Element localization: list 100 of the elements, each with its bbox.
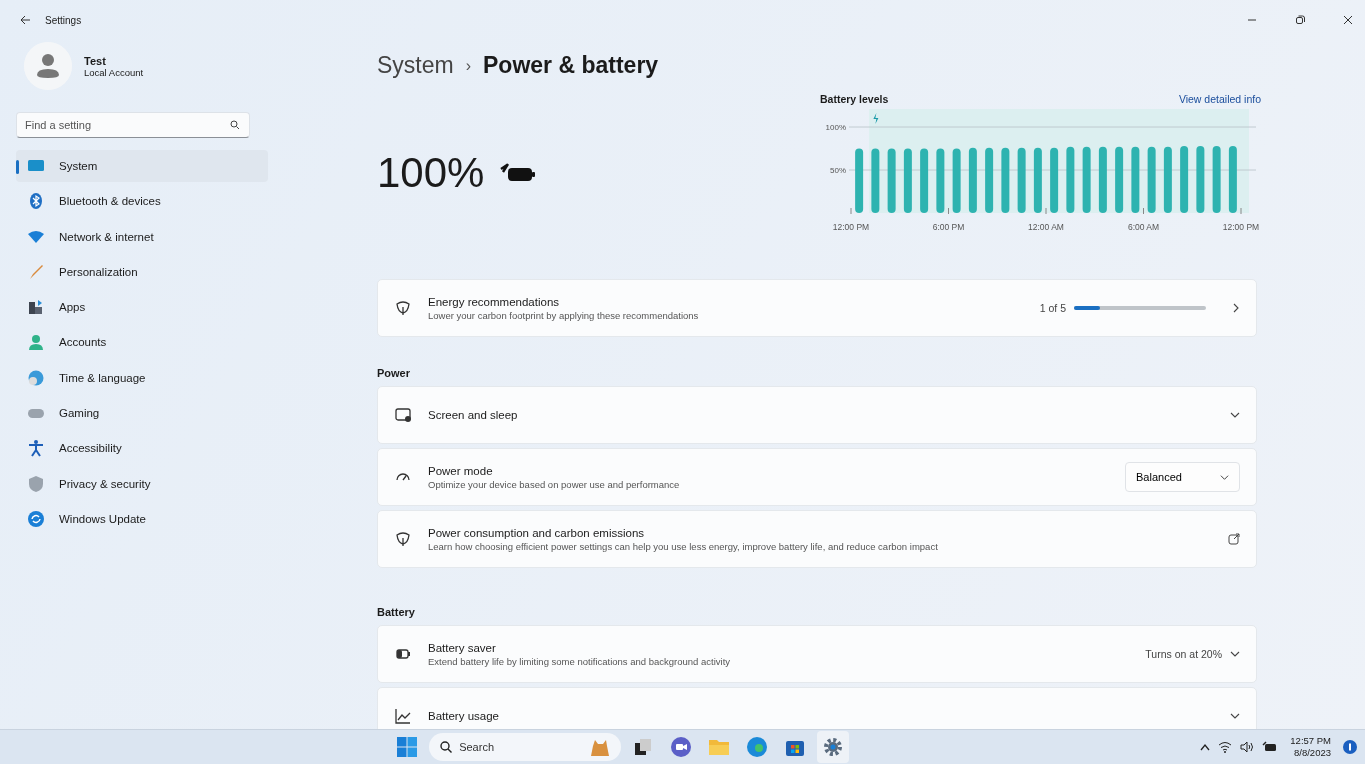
wifi-icon[interactable]: [1218, 741, 1233, 753]
volume-icon[interactable]: [1240, 741, 1255, 753]
battery-bar: [1212, 145, 1221, 213]
setting-card[interactable]: Battery saver Extend battery life by limiting some notifications and background activity Turns on at 20%: [377, 625, 1257, 683]
x-axis-label: 6:00 AM: [1127, 222, 1160, 232]
sidebar-item[interactable]: Time & language: [16, 361, 268, 394]
y-axis-label: 50%: [830, 166, 846, 175]
setting-description: Learn how choosing efficient power settings can help you use less energy, improve battery life, and reduce carbon impact: [428, 540, 939, 552]
setting-title: Battery saver: [428, 641, 497, 654]
sidebar-icon: [27, 368, 45, 387]
battery-bar: [855, 148, 864, 213]
battery-bar: [920, 148, 929, 213]
battery-bar: [968, 147, 977, 213]
power-mode-dropdown[interactable]: Balanced: [1125, 462, 1240, 492]
taskbar-clock[interactable]: 12:57 PM 8/8/2023: [1286, 735, 1335, 759]
battery-bar: [936, 148, 945, 213]
x-axis-label: 6:00 PM: [932, 222, 965, 232]
x-axis-label: 12:00 PM: [832, 222, 870, 232]
settings-search-field[interactable]: Find a setting: [16, 112, 250, 138]
search-icon: [230, 120, 240, 130]
battery-bar: [1147, 146, 1156, 213]
sidebar-icon: [27, 439, 45, 458]
sidebar-icon: [27, 509, 45, 528]
setting-title: Power mode: [428, 464, 494, 477]
sidebar-icon: [27, 262, 45, 281]
chevron-down-icon: [1220, 472, 1229, 482]
back-arrow-icon[interactable]: [20, 15, 31, 25]
line-chart-icon: [394, 707, 412, 725]
settings-icon[interactable]: [817, 731, 850, 763]
sidebar-item[interactable]: Accessibility: [16, 432, 268, 465]
setting-value: Turns on at 20%: [1145, 648, 1222, 660]
setting-description: Lower your carbon footprint by applying these recommendations: [428, 309, 700, 321]
sidebar-item[interactable]: Gaming: [16, 397, 268, 430]
account-name: Test: [84, 54, 107, 67]
sidebar-item[interactable]: Network & internet: [16, 220, 268, 253]
sidebar-icon: [27, 333, 45, 352]
chart-title: Battery levels: [820, 93, 889, 105]
lightning-icon: [873, 113, 879, 124]
setting-card[interactable]: Power mode Optimize your device based on power use and performance Balanced: [377, 448, 1257, 506]
setting-card[interactable]: Energy recommendations Lower your carbon footprint by applying these recommendations 1 of 5: [377, 279, 1257, 337]
setting-description: Optimize your device based on power use and performance: [428, 478, 681, 490]
battery-bar: [1131, 146, 1140, 213]
battery-bar: [887, 148, 896, 213]
battery-bar: [1066, 146, 1075, 213]
clock-time: 12:57 PM: [1290, 735, 1331, 747]
leaf-icon: [394, 299, 412, 317]
x-axis-label: 12:00 PM: [1222, 222, 1260, 232]
window-title: Settings: [45, 14, 82, 26]
breadcrumb-separator: ›: [465, 56, 471, 75]
clock-date: 8/8/2023: [1293, 747, 1331, 759]
battery-bar: [1017, 147, 1026, 213]
sidebar-item[interactable]: Personalization: [16, 255, 268, 288]
battery-bar: [1163, 146, 1172, 213]
chevron-down-icon: [1230, 410, 1240, 420]
sidebar-item[interactable]: Windows Update: [16, 502, 268, 535]
sidebar-icon: [27, 474, 45, 493]
battery-bar: [871, 148, 880, 213]
sidebar-icon: [27, 298, 45, 317]
monitor-icon: [394, 406, 412, 424]
battery-percentage: 100%: [377, 149, 485, 197]
battery-bar: [1228, 145, 1237, 213]
notification-icon[interactable]: [1343, 740, 1357, 754]
battery-bar: [1115, 146, 1124, 213]
sidebar-item[interactable]: Bluetooth & devices: [16, 185, 268, 218]
setting-card[interactable]: Battery usage: [377, 687, 1257, 729]
sidebar-item[interactable]: Apps: [16, 291, 268, 324]
windows-logo-icon: [397, 737, 418, 757]
external-link-icon: [1228, 533, 1240, 545]
setting-card[interactable]: Screen and sleep: [377, 386, 1257, 444]
chevron-up-icon[interactable]: [1200, 743, 1211, 751]
section-heading: Power: [377, 367, 411, 379]
sidebar-item[interactable]: System: [16, 150, 268, 182]
battery-bar: [1050, 147, 1059, 213]
setting-title: Power consumption and carbon emissions: [428, 526, 646, 539]
setting-title: Battery usage: [428, 710, 500, 722]
view-detailed-info-link[interactable]: View detailed info: [1178, 93, 1261, 105]
sidebar-item[interactable]: Privacy & security: [16, 467, 268, 500]
battery-bar: [1082, 146, 1091, 213]
section-heading: Battery: [377, 606, 416, 618]
account-type: Local Account: [84, 66, 144, 78]
battery-bar: [1180, 145, 1189, 213]
battery-bar: [1033, 147, 1042, 213]
setting-card[interactable]: Power consumption and carbon emissions Learn how choosing efficient power settings can help you use less energy, improve battery life, and reduce carbon impact: [377, 510, 1257, 568]
battery-bar: [903, 148, 912, 213]
battery-bar: [1196, 145, 1205, 213]
setting-title: Screen and sleep: [428, 409, 519, 421]
close-icon: [1343, 15, 1353, 25]
battery-icon[interactable]: [1262, 741, 1279, 753]
battery-bar: [985, 147, 994, 213]
sidebar-item[interactable]: Accounts: [16, 326, 268, 359]
leaf-icon: [394, 530, 412, 548]
taskbar-search-field[interactable]: Search: [429, 733, 622, 761]
breadcrumb-parent[interactable]: System: [377, 52, 454, 79]
search-icon: [440, 741, 453, 753]
battery-bar: [1001, 147, 1010, 213]
chevron-down-icon: [1230, 711, 1240, 721]
page-title: Power & battery: [483, 52, 659, 79]
setting-description: Extend battery life by limiting some notifications and background activity: [428, 655, 732, 667]
chevron-right-icon: [1232, 303, 1240, 313]
battery-bar: [1098, 146, 1107, 213]
